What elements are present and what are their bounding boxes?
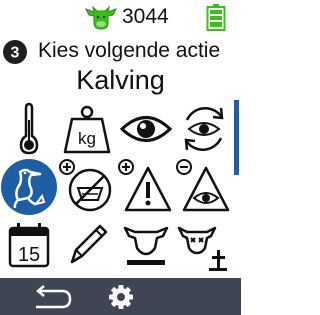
back-arrow-icon[interactable]	[28, 282, 78, 312]
step-number-badge: 3	[3, 40, 27, 64]
action-add-warning[interactable]	[117, 158, 175, 216]
page-title: Kalving	[76, 65, 165, 95]
header: 3 Kies volgende actie Kalving	[0, 36, 241, 98]
eye-refresh-icon	[184, 107, 224, 151]
thermometer-icon	[19, 102, 39, 155]
action-calendar[interactable]: 15	[0, 216, 58, 274]
add-warning-icon	[118, 159, 172, 212]
footer-bar	[0, 278, 241, 315]
calving-stork-icon	[1, 159, 57, 215]
weight-kg-label: kg	[78, 129, 96, 148]
cow-remove-icon	[123, 226, 169, 265]
remove-attention-eye-icon	[176, 159, 230, 212]
action-remove-animal[interactable]	[117, 216, 175, 274]
action-add-no-milk[interactable]	[58, 158, 116, 216]
pencil-icon	[70, 224, 108, 264]
battery-full-icon	[206, 4, 226, 31]
action-weight[interactable]: kg	[58, 100, 116, 158]
animal-number: 3044	[122, 5, 169, 28]
action-animal-dead[interactable]	[175, 216, 233, 274]
cow-head-icon	[84, 5, 118, 30]
action-thermometer[interactable]	[0, 100, 58, 158]
scrollbar[interactable]	[234, 100, 239, 175]
cow-dead-icon	[177, 226, 227, 271]
action-observe-repeat[interactable]	[175, 100, 233, 158]
eye-icon	[119, 116, 173, 142]
action-grid: kg 15	[0, 100, 234, 274]
status-bar: 3044	[0, 0, 241, 34]
action-calving[interactable]	[0, 158, 58, 216]
weight-kg-icon: kg	[63, 105, 111, 154]
gear-icon[interactable]	[106, 282, 136, 312]
prompt-text: Kies volgende actie	[38, 39, 221, 62]
calendar-icon: 15	[8, 223, 50, 268]
step-number: 3	[11, 45, 20, 62]
action-observe[interactable]	[117, 100, 175, 158]
action-remove-attention[interactable]	[175, 158, 233, 216]
add-no-milk-icon	[59, 159, 112, 212]
calendar-day: 15	[18, 244, 40, 266]
action-edit[interactable]	[58, 216, 116, 274]
